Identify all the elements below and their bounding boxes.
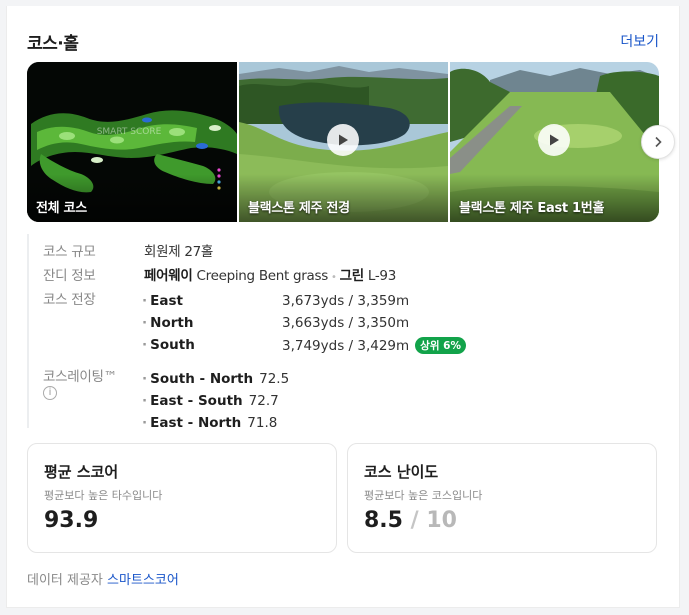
gallery-tile-full-course[interactable]: SMART SCORE 전체 코스 [27, 62, 237, 222]
average-score-title: 평균 스코어 [44, 463, 119, 481]
play-icon[interactable] [327, 124, 359, 156]
rating-row: · East - North 71.8 [142, 415, 278, 431]
provider-link[interactable]: 스마트스코어 [107, 573, 179, 588]
size-label: 코스 규모 [43, 244, 96, 260]
rank-badge: 상위 6% [415, 337, 466, 354]
more-link[interactable]: 더보기 [620, 31, 659, 51]
difficulty-value: 8.5 / 10 [364, 508, 457, 533]
data-provider: 데이터 제공자 스마트스코어 [27, 573, 179, 588]
average-score-sub: 평균보다 높은 타수입니다 [44, 489, 163, 502]
gallery-next-button[interactable] [641, 125, 675, 159]
difficulty-sub: 평균보다 높은 코스입니다 [364, 489, 483, 502]
chevron-right-icon [655, 136, 662, 148]
length-course: · South [142, 337, 195, 353]
length-course: · East [142, 293, 183, 309]
gallery-tile-east-1-video[interactable]: 블랙스톤 제주 East 1번홀 [450, 62, 659, 222]
difficulty-box: 코스 난이도 평균보다 높은 코스입니다 8.5 / 10 [347, 443, 657, 553]
map-watermark: SMART SCORE [97, 127, 162, 137]
grass-label: 잔디 정보 [43, 268, 96, 284]
fairway-value: Creeping Bent grass [196, 268, 328, 284]
size-value: 회원제 27홀 [144, 244, 214, 260]
section-header: 코스·홀 더보기 [27, 29, 659, 54]
green-value: L-93 [367, 268, 396, 284]
info-icon[interactable]: i [43, 386, 57, 400]
fairway-label: 페어웨이 [144, 268, 193, 284]
difficulty-title: 코스 난이도 [364, 463, 439, 481]
rating-label: 코스레이팅™ [43, 369, 117, 385]
grass-value: 페어웨이 Creeping Bent grass • 그린 L-93 [144, 268, 396, 284]
length-course: · North [142, 315, 194, 331]
course-gallery: SMART SCORE 전체 코스 블랙스톤 제주 전경 블랙스톤 제주 Eas… [27, 62, 659, 222]
average-score-box: 평균 스코어 평균보다 높은 타수입니다 93.9 [27, 443, 337, 553]
green-label: 그린 [339, 268, 365, 284]
rating-row: · East - South 72.7 [142, 393, 279, 409]
play-icon[interactable] [538, 124, 570, 156]
tile-label: 블랙스톤 제주 East 1번홀 [459, 201, 605, 216]
tile-label: 전체 코스 [36, 201, 87, 216]
course-hole-card: 코스·홀 더보기 SMART SCORE 전체 코스 블랙스톤 제주 전경 블랙… [6, 6, 680, 608]
length-label: 코스 전장 [43, 292, 96, 308]
gallery-tile-overview-video[interactable]: 블랙스톤 제주 전경 [239, 62, 448, 222]
length-value: 3,663yds / 3,350m [282, 315, 410, 331]
section-title: 코스·홀 [27, 34, 79, 54]
rating-row: · South - North 72.5 [142, 371, 290, 387]
length-value: 3,749yds / 3,429m 상위 6% [282, 337, 466, 354]
tile-label: 블랙스톤 제주 전경 [248, 201, 350, 216]
average-score-value: 93.9 [44, 508, 99, 533]
course-info: 코스 규모 회원제 27홀 잔디 정보 페어웨이 Creeping Bent g… [27, 234, 627, 431]
length-value: 3,673yds / 3,359m [282, 293, 410, 309]
